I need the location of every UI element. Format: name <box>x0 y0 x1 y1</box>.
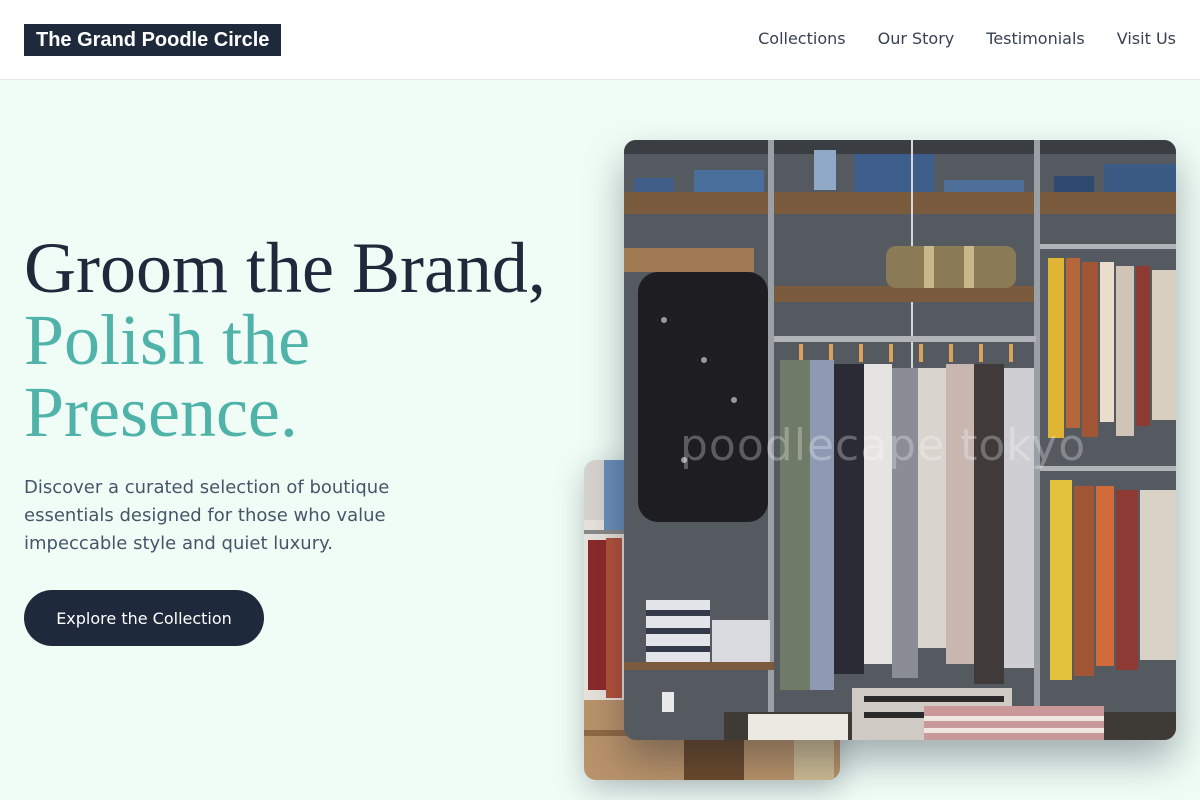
photo-watermark: poodlecape tokyo <box>680 420 1087 471</box>
headline-line-1: Groom the Brand, <box>24 228 546 308</box>
hero-headline: Groom the Brand, Polish the Presence. <box>24 232 584 448</box>
main-nav: Collections Our Story Testimonials Visit… <box>758 28 1176 50</box>
nav-link-visit-us[interactable]: Visit Us <box>1117 28 1176 50</box>
hero-description: Discover a curated selection of boutique… <box>24 477 390 554</box>
explore-collection-button[interactable]: Explore the Collection <box>24 590 264 646</box>
site-header: The Grand Poodle Circle Collections Our … <box>0 0 1200 80</box>
nav-link-testimonials[interactable]: Testimonials <box>986 28 1085 50</box>
headline-line-2: Polish the <box>24 300 311 380</box>
boutique-photo-main: poodlecape tokyo <box>624 140 1176 740</box>
site-logo[interactable]: The Grand Poodle Circle <box>24 24 282 56</box>
headline-line-3: Presence. <box>24 372 298 452</box>
nav-link-our-story[interactable]: Our Story <box>878 28 955 50</box>
nav-link-collections[interactable]: Collections <box>758 28 845 50</box>
